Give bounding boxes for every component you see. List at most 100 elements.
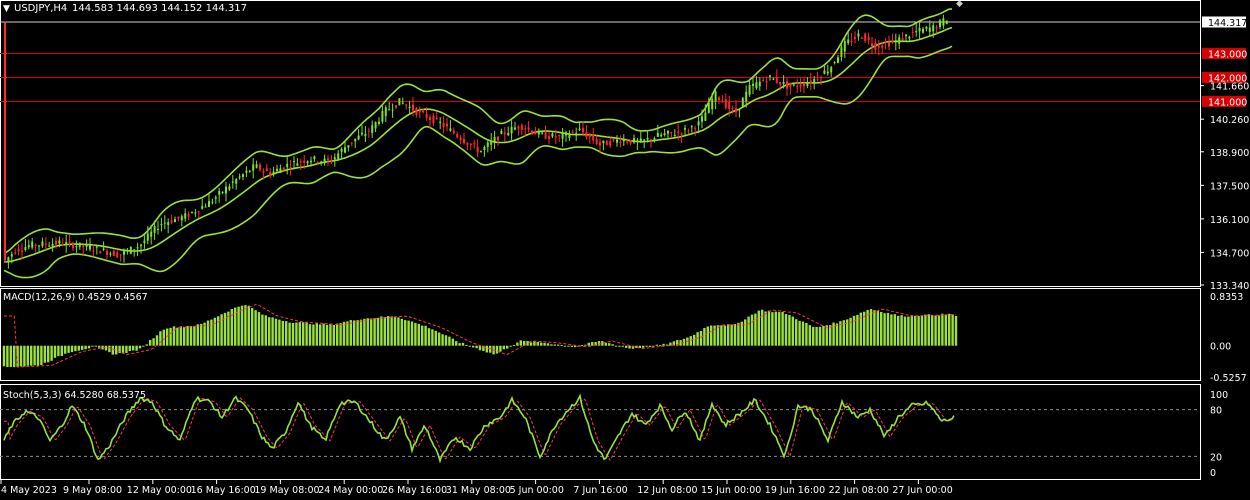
candle-body — [269, 172, 272, 176]
macd-bar — [883, 313, 886, 346]
candle-body — [514, 127, 516, 130]
macd-bar — [574, 345, 577, 348]
candle-body — [191, 211, 193, 213]
macd-bar — [305, 322, 308, 346]
candle-body — [857, 33, 860, 37]
candle-body — [129, 246, 132, 254]
candle-body — [718, 97, 720, 101]
macd-bar — [706, 326, 709, 346]
macd-bar — [587, 342, 590, 346]
candle-body — [639, 138, 642, 143]
candle-body — [646, 137, 649, 140]
horizontal-levels[interactable]: 143.000142.000141.000 — [0, 21, 1247, 108]
candle-body — [347, 145, 350, 148]
candle-body — [187, 214, 190, 217]
candle-body — [602, 140, 605, 144]
macd-bar — [332, 325, 335, 346]
macd-bar — [125, 345, 128, 353]
macd-bar — [410, 321, 414, 346]
candle-body — [10, 254, 13, 257]
macd-bar — [536, 341, 539, 346]
macd-bar — [383, 316, 386, 346]
candle-body — [643, 139, 646, 141]
candle-body — [327, 158, 329, 160]
candle-body — [619, 141, 622, 144]
candle-body — [242, 174, 244, 177]
macd-bar — [312, 324, 315, 346]
macd-bar — [815, 326, 818, 346]
macd-bar — [349, 320, 352, 346]
candle-body — [517, 126, 520, 129]
candle-body — [561, 133, 564, 139]
macd-bar — [74, 345, 77, 352]
macd-bar — [298, 322, 301, 346]
macd-bar — [400, 318, 403, 346]
candle-body — [449, 128, 452, 131]
candle-body — [211, 201, 214, 203]
candle-body — [41, 241, 44, 247]
macd-bar — [308, 324, 312, 346]
macd-bar — [152, 338, 155, 346]
candle-body — [588, 133, 591, 138]
candle-body — [769, 75, 771, 77]
candle-body — [313, 156, 316, 159]
candle-body — [415, 108, 418, 115]
macd-bar — [808, 325, 811, 346]
candle-body — [82, 245, 85, 247]
candle-body — [221, 191, 224, 193]
macd-bar — [193, 325, 196, 346]
current-price-label: 144.317 — [1208, 18, 1247, 29]
macd-bar — [159, 331, 162, 346]
macd-bar — [81, 345, 84, 350]
candle-body — [510, 126, 513, 134]
candle-body — [367, 130, 370, 132]
candle-body — [180, 216, 183, 221]
chevron-down-icon[interactable]: ▼ — [3, 4, 10, 14]
macd-bar — [36, 345, 40, 367]
candle-body — [276, 168, 278, 172]
macd-bar — [557, 344, 560, 346]
candle-body — [429, 117, 431, 121]
macd-bar — [132, 345, 135, 351]
candle-body — [748, 85, 751, 95]
macd-bar — [251, 308, 254, 346]
candle-body — [860, 37, 863, 39]
macd-bar — [407, 320, 410, 346]
candle-body — [942, 18, 945, 26]
macd-bar — [210, 319, 213, 346]
macd-bar — [281, 320, 284, 346]
macd-bar — [6, 345, 9, 367]
candle-body — [507, 133, 510, 136]
macd-bar — [509, 345, 512, 347]
macd-bar — [142, 345, 145, 347]
candle-body — [565, 132, 567, 136]
candle-body — [146, 233, 149, 241]
candle-body — [534, 131, 537, 135]
candle-body — [582, 128, 584, 133]
candle-body — [422, 110, 425, 113]
candle-body — [894, 40, 897, 43]
macd-bar — [149, 339, 152, 346]
candle-body — [395, 105, 397, 108]
candle-body — [735, 108, 737, 113]
time-tick-label: 24 May 00:00 — [318, 485, 383, 496]
candle-body — [340, 148, 343, 152]
candle-body — [7, 257, 10, 262]
candle-body — [650, 139, 652, 141]
candle-body — [578, 128, 581, 130]
macd-bar — [788, 314, 791, 346]
shift-marker-icon[interactable]: ◆ — [956, 0, 963, 9]
candle-body — [786, 81, 788, 89]
time-tick-label: 19 May 08:00 — [254, 485, 319, 496]
candle-body — [201, 206, 204, 209]
macd-bar — [444, 335, 448, 346]
macd-bar — [169, 327, 172, 346]
candle-body — [486, 142, 489, 147]
macd-bar — [485, 345, 488, 353]
candle-body — [157, 228, 159, 230]
macd-bar — [424, 325, 427, 346]
macd-bar — [359, 319, 363, 346]
macd-bar — [791, 316, 794, 346]
macd-bar — [302, 322, 305, 346]
macd-bar — [907, 316, 910, 346]
